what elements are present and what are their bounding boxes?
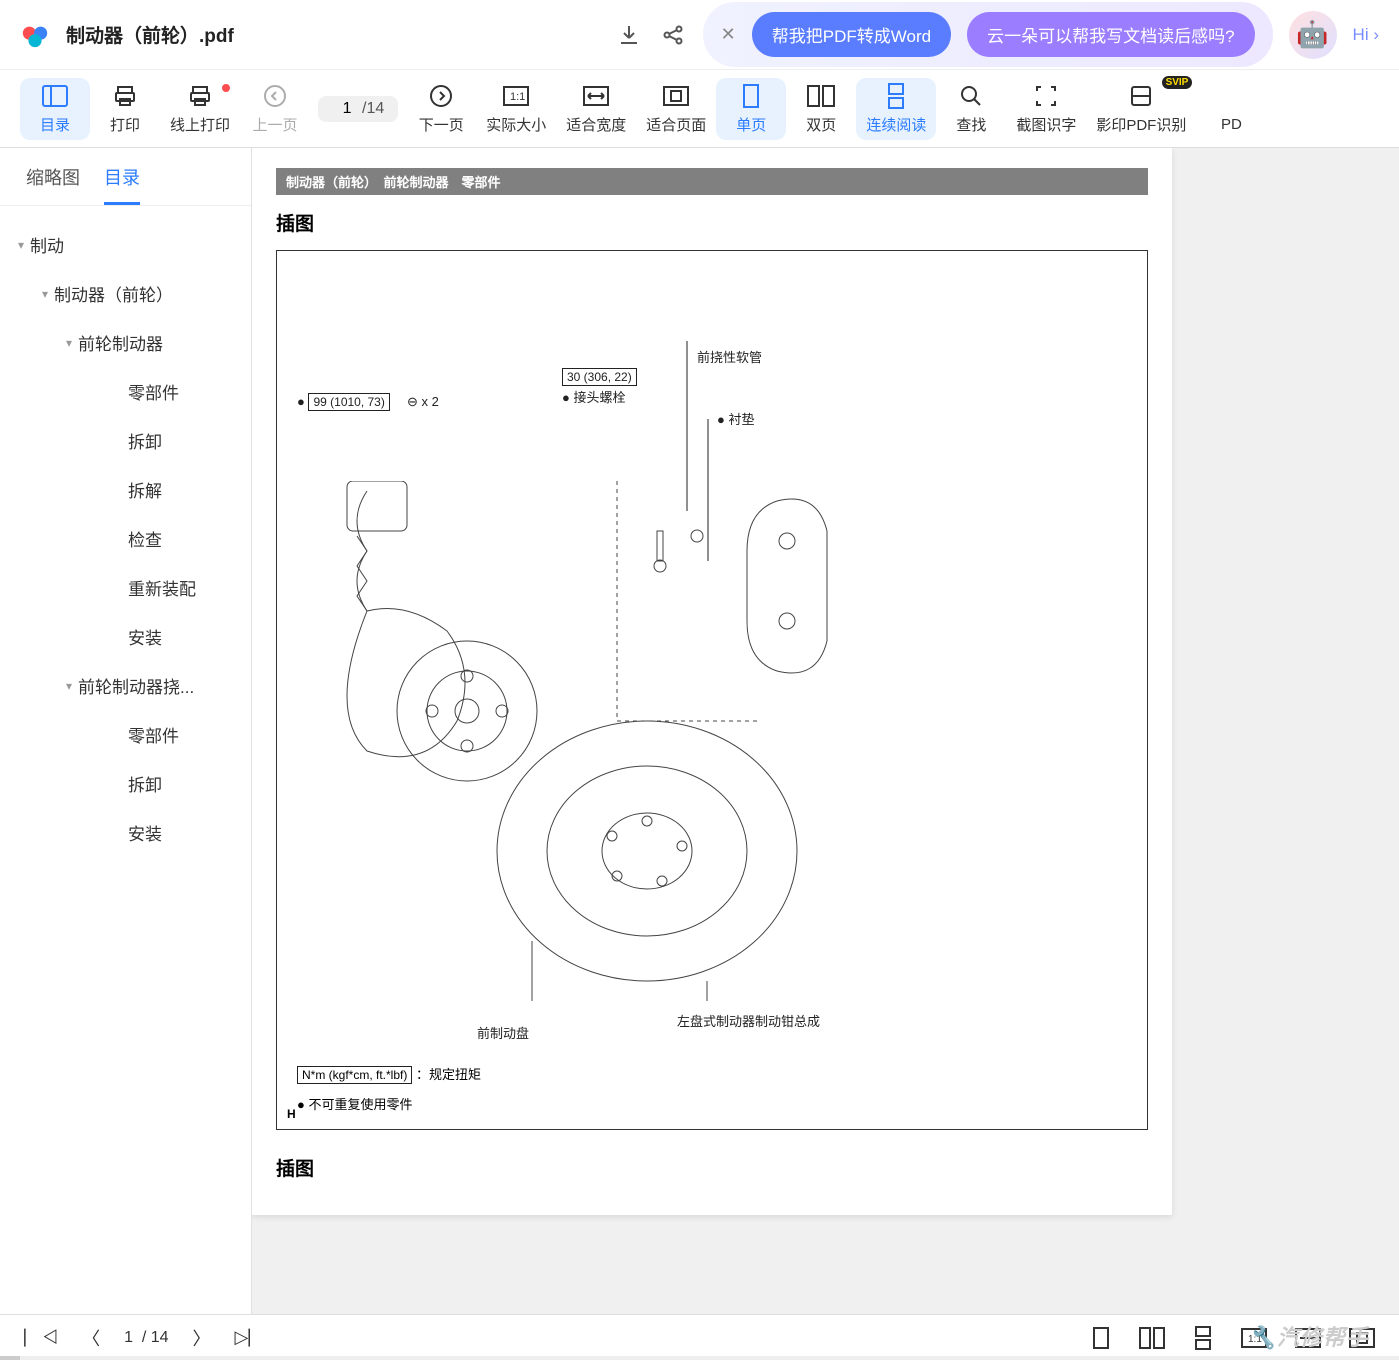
file-name: 制动器（前轮）.pdf (66, 21, 234, 48)
bottom-bar: ⎸◁ 〈 1 / 14 〉 ▷⎸ 1:1 🔧汽修帮手 (0, 1314, 1399, 1360)
share-icon[interactable] (659, 21, 687, 49)
tab-thumbnails[interactable]: 缩略图 (26, 164, 80, 205)
view-double-icon[interactable] (1139, 1327, 1165, 1349)
tool-next-page[interactable]: 下一页 (406, 78, 476, 140)
tool-find[interactable]: 查找 (936, 78, 1006, 140)
tree-item[interactable]: 安装 (0, 808, 251, 857)
tab-toc[interactable]: 目录 (104, 164, 140, 205)
prev-page-icon[interactable]: 〈 (82, 1325, 100, 1351)
tool-online-print[interactable]: 线上打印 (160, 78, 240, 140)
bottom-page: 1 / 14 (124, 1329, 168, 1347)
brake-assembly-sketch (307, 481, 837, 1001)
suggestion-pills: ✕ 帮我把PDF转成Word 云一朵可以帮我写文档读后感吗? (703, 2, 1273, 67)
tool-continuous[interactable]: 连续阅读 (856, 78, 936, 140)
tool-print[interactable]: 打印 (90, 78, 160, 140)
tree-item[interactable]: ▾前轮制动器挠... (0, 661, 251, 710)
pdf-viewer[interactable]: 制动器（前轮） 前轮制动器 零部件 插图 前挠性软管 30 (306, 22) … (252, 148, 1399, 1314)
close-icon[interactable]: ✕ (721, 24, 736, 45)
tree-item[interactable]: ▾前轮制动器 (0, 318, 251, 367)
tree-item[interactable]: 重新装配 (0, 563, 251, 612)
doc-header: 制动器（前轮） 前轮制动器 零部件 (276, 168, 1148, 195)
page-indicator[interactable]: / 14 (318, 96, 398, 122)
view-continuous-icon[interactable] (1193, 1326, 1213, 1350)
diagram: 前挠性软管 30 (306, 22) ● 接头螺栓 ● 99 (1010, 73… (276, 250, 1148, 1130)
tool-ocr[interactable]: 截图识字 (1006, 78, 1086, 140)
tool-fit-page[interactable]: 适合页面 (636, 78, 716, 140)
tool-scan-pdf[interactable]: SVIP影印PDF识别 (1086, 78, 1196, 140)
tool-pdf-more[interactable]: PD (1196, 78, 1266, 140)
first-page-icon[interactable]: ⎸◁ (24, 1327, 58, 1348)
section-title: 插图 (276, 209, 1148, 236)
watermark: 🔧汽修帮手 (1249, 1320, 1369, 1352)
tree-item[interactable]: 零部件 (0, 367, 251, 416)
last-page-icon[interactable]: ▷⎸ (235, 1327, 267, 1348)
avatar[interactable]: 🤖 (1289, 11, 1337, 59)
title-bar: 制动器（前轮）.pdf ✕ 帮我把PDF转成Word 云一朵可以帮我写文档读后感… (0, 0, 1399, 70)
tree-item[interactable]: 拆卸 (0, 759, 251, 808)
page-input[interactable] (332, 100, 362, 118)
outline-tree: ▾制动▾制动器（前轮）▾前轮制动器零部件拆卸拆解检查重新装配安装▾前轮制动器挠.… (0, 206, 251, 1314)
app-logo (20, 20, 50, 50)
next-page-icon[interactable]: 〉 (193, 1325, 211, 1351)
tree-item[interactable]: ▾制动器（前轮） (0, 269, 251, 318)
svg-text:1:1: 1:1 (510, 91, 525, 103)
pill-ai-summary[interactable]: 云一朵可以帮我写文档读后感吗? (967, 12, 1254, 57)
sidebar: 缩略图 目录 ▾制动▾制动器（前轮）▾前轮制动器零部件拆卸拆解检查重新装配安装▾… (0, 148, 252, 1314)
pdf-page: 制动器（前轮） 前轮制动器 零部件 插图 前挠性软管 30 (306, 22) … (252, 148, 1172, 1215)
section-title-2: 插图 (276, 1154, 1148, 1181)
tool-fit-width[interactable]: 适合宽度 (556, 78, 636, 140)
view-single-icon[interactable] (1091, 1326, 1111, 1350)
tree-item[interactable]: 拆卸 (0, 416, 251, 465)
tool-single-page[interactable]: 单页 (716, 78, 786, 140)
tool-double-page[interactable]: 双页 (786, 78, 856, 140)
download-icon[interactable] (615, 21, 643, 49)
tree-item[interactable]: 拆解 (0, 465, 251, 514)
scrollbar[interactable] (0, 1356, 1399, 1360)
tree-item[interactable]: 零部件 (0, 710, 251, 759)
tool-prev-page: 上一页 (240, 78, 310, 140)
tool-catalog[interactable]: 目录 (20, 78, 90, 140)
tree-item[interactable]: 检查 (0, 514, 251, 563)
toolbar: 目录 打印 线上打印 上一页 / 14 下一页 1:1实际大小 适合宽度 适合页… (0, 70, 1399, 148)
hi-button[interactable]: Hi › (1353, 25, 1379, 45)
tool-actual-size[interactable]: 1:1实际大小 (476, 78, 556, 140)
pill-pdf-to-word[interactable]: 帮我把PDF转成Word (752, 12, 951, 57)
tree-item[interactable]: 安装 (0, 612, 251, 661)
legend: N*m (kgf*cm, ft.*lbf) ：规定扭矩 ● 不可重复使用零件 (297, 1064, 481, 1113)
tree-item[interactable]: ▾制动 (0, 220, 251, 269)
